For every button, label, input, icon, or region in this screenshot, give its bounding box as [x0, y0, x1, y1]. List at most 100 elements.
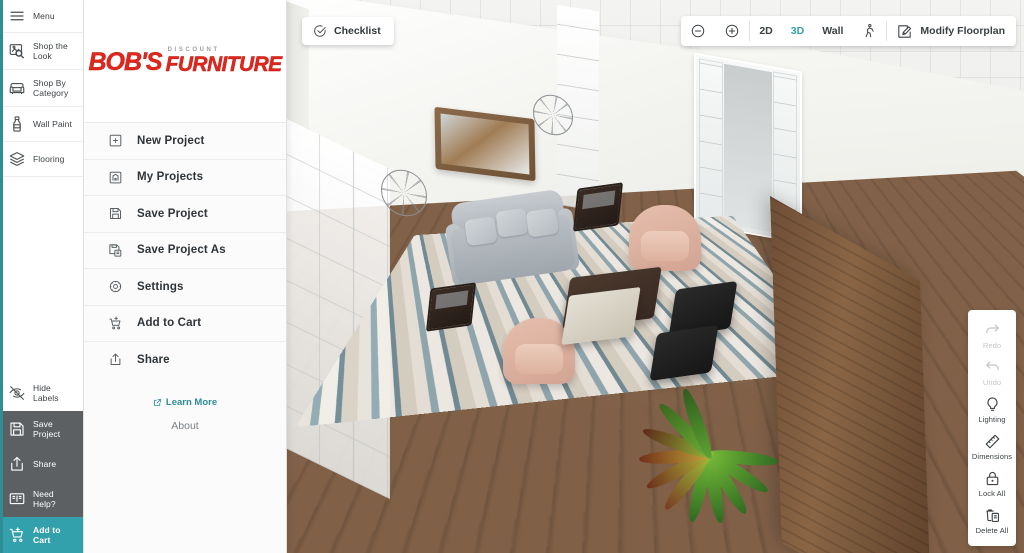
floppy-disk-icon	[108, 206, 123, 221]
new-document-icon	[108, 133, 123, 148]
menu-item-my-projects[interactable]: My Projects	[84, 158, 286, 195]
menu-item-add-to-cart[interactable]: Add to Cart	[84, 304, 286, 341]
floppy-disk-icon	[8, 420, 26, 438]
paint-bottle-icon	[8, 115, 26, 133]
menu-footer: Learn More About	[84, 378, 286, 432]
wall-mirror[interactable]	[434, 106, 536, 182]
menu-item-settings[interactable]: Settings	[84, 268, 286, 305]
end-table-left[interactable]	[425, 282, 477, 332]
sofa-pillow-1	[464, 216, 498, 247]
zoom-out-icon	[690, 23, 706, 39]
checklist-button[interactable]: Checklist	[302, 17, 394, 45]
design-tool-app: Menu Shop the Look Shop By Category Wall…	[0, 0, 1024, 553]
undo-button[interactable]: Undo	[968, 355, 1016, 392]
gear-icon	[108, 279, 123, 294]
menu-item-label: Share	[137, 353, 170, 366]
dimensions-label: Dimensions	[971, 452, 1013, 461]
about-link[interactable]: About	[84, 420, 286, 432]
logo-furniture-text: FURNITURE	[165, 53, 282, 76]
edit-tools-toolbar: Redo Undo Lighting Dimensions Lock All D…	[968, 310, 1016, 546]
modify-floorplan-label: Modify Floorplan	[920, 25, 1005, 37]
view-toolbar: 2D 3D Wall Modify Floorplan	[681, 16, 1016, 46]
lighting-button[interactable]: Lighting	[968, 392, 1016, 429]
door-opening	[724, 63, 772, 233]
redo-label: Redo	[982, 341, 1002, 350]
checklist-label: Checklist	[334, 25, 381, 37]
sidebar-item-label: Wall Paint	[33, 119, 72, 129]
sidebar-item-label: Need Help?	[33, 489, 56, 509]
zoom-in-icon	[724, 23, 740, 39]
menu-item-save-project[interactable]: Save Project	[84, 195, 286, 232]
undo-label: Undo	[982, 378, 1002, 387]
eye-slash-icon	[8, 384, 26, 402]
wall-button[interactable]: Wall	[813, 16, 852, 46]
learn-more-label: Learn More	[165, 396, 218, 408]
flooring-tiles-icon	[8, 150, 26, 168]
sidebar-item-hide-labels[interactable]: Hide Labels	[0, 375, 83, 411]
sidebar-item-label: Save Project	[33, 419, 61, 439]
potted-plant[interactable]	[638, 386, 780, 553]
learn-more-link[interactable]: Learn More	[153, 397, 217, 408]
redo-button[interactable]: Redo	[968, 318, 1016, 355]
share-upload-icon	[8, 455, 26, 473]
sidebar-bottom-group: Hide Labels Save Project Share Need Help…	[0, 375, 83, 553]
sidebar-item-menu[interactable]: Menu	[0, 0, 83, 33]
folder-projects-icon	[108, 170, 123, 185]
sidebar-item-label: Share	[33, 459, 57, 469]
walkthrough-button[interactable]	[852, 16, 886, 46]
padlock-icon	[984, 470, 1001, 487]
sidebar-item-save-project[interactable]: Save Project	[0, 411, 83, 447]
main-menu-panel: BOB'S DISCOUNT FURNITURE New Project My …	[84, 0, 287, 553]
shopping-cart-icon	[108, 316, 123, 331]
undo-arrow-icon	[984, 359, 1001, 376]
zoom-out-button[interactable]	[681, 16, 715, 46]
view-3d-button[interactable]: 3D	[782, 16, 813, 46]
lock-all-button[interactable]: Lock All	[968, 466, 1016, 503]
menu-item-label: My Projects	[137, 171, 204, 184]
lightbulb-icon	[984, 396, 1001, 413]
sidebar-item-need-help[interactable]: Need Help?	[0, 481, 83, 517]
shopping-cart-icon	[8, 526, 26, 544]
end-table-right[interactable]	[572, 182, 624, 232]
menu-item-share[interactable]: Share	[84, 341, 286, 378]
sidebar-item-label: Menu	[33, 11, 55, 21]
edit-floorplan-icon	[896, 23, 913, 40]
sidebar-item-share[interactable]: Share	[0, 447, 83, 481]
menu-item-new-project[interactable]: New Project	[84, 122, 286, 159]
accent-chair-top[interactable]	[629, 205, 701, 271]
modify-floorplan-button[interactable]: Modify Floorplan	[887, 16, 1016, 46]
sidebar-item-label: Shop By Category	[33, 78, 69, 98]
menu-item-label: Add to Cart	[137, 317, 202, 330]
sofa-icon	[8, 79, 26, 97]
zoom-in-button[interactable]	[715, 16, 749, 46]
walking-person-icon	[861, 23, 877, 39]
sidebar-item-wall-paint[interactable]: Wall Paint	[0, 107, 83, 142]
sidebar-item-label: Flooring	[33, 154, 65, 164]
sidebar-item-label: Add to Cart	[33, 525, 61, 545]
white-lift-top-table[interactable]	[561, 286, 641, 346]
sidebar-item-label: Hide Labels	[33, 383, 59, 403]
menu-item-save-project-as[interactable]: Save Project As	[84, 231, 286, 268]
menu-item-label: Save Project As	[137, 244, 226, 257]
share-upload-icon	[108, 352, 123, 367]
sidebar-item-label: Shop the Look	[33, 41, 68, 61]
delete-all-button[interactable]: Delete All	[968, 503, 1016, 540]
dimensions-button[interactable]: Dimensions	[968, 429, 1016, 466]
brand-logo: BOB'S DISCOUNT FURNITURE	[84, 0, 286, 122]
image-search-icon	[8, 42, 26, 60]
trash-copy-icon	[984, 507, 1001, 524]
sidebar-item-shop-by-category[interactable]: Shop By Category	[0, 70, 83, 107]
left-sidebar: Menu Shop the Look Shop By Category Wall…	[0, 0, 84, 553]
ruler-icon	[984, 433, 1001, 450]
lighting-label: Lighting	[978, 415, 1006, 424]
sidebar-item-shop-the-look[interactable]: Shop the Look	[0, 33, 83, 70]
view-2d-button[interactable]: 2D	[750, 16, 781, 46]
door-leaf-left	[699, 58, 723, 225]
sofa-pillow-2	[495, 207, 529, 238]
sofa-pillow-3	[525, 207, 559, 238]
sidebar-item-add-to-cart[interactable]: Add to Cart	[0, 517, 83, 553]
sidebar-item-flooring[interactable]: Flooring	[0, 142, 83, 177]
menu-item-label: Settings	[137, 280, 184, 293]
hamburger-menu-icon	[8, 7, 26, 25]
